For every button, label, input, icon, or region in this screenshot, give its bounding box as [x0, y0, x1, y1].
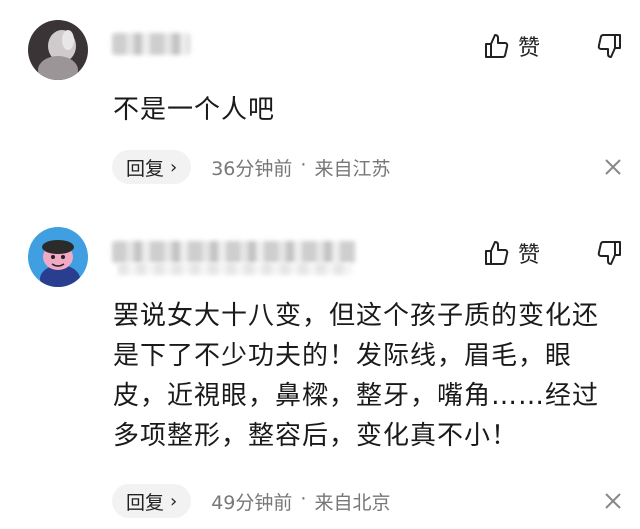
username-blurred	[112, 33, 190, 55]
dislike-button[interactable]	[596, 32, 624, 64]
comment-meta: 49分钟前 · 来自北京	[211, 488, 390, 515]
comment-location: 来自北京	[314, 491, 391, 514]
comment-footer: 回复 › 49分钟前 · 来自北京	[112, 484, 390, 518]
user-subtitle-blurred	[118, 263, 352, 275]
comment-meta: 36分钟前 · 来自江苏	[211, 154, 390, 181]
thumbs-up-icon	[485, 34, 509, 58]
close-icon[interactable]	[603, 157, 623, 177]
comment-time: 36分钟前	[211, 157, 293, 180]
thumbs-down-icon	[597, 34, 621, 58]
comment-time: 49分钟前	[211, 491, 293, 514]
chevron-right-icon: ›	[170, 490, 178, 512]
avatar-photo-icon	[28, 20, 88, 80]
close-icon[interactable]	[603, 491, 623, 511]
user-avatar[interactable]	[28, 20, 88, 80]
reply-button[interactable]: 回复 ›	[112, 150, 192, 184]
like-button[interactable]: 赞	[482, 237, 540, 269]
cartoon-avatar-icon	[28, 227, 88, 287]
like-label: 赞	[518, 243, 541, 268]
chevron-right-icon: ›	[170, 156, 178, 178]
meta-separator: ·	[300, 153, 307, 176]
reply-label: 回复	[126, 491, 165, 514]
comment-item: 赞 罢说女大十八变，但这个孩子质的变化还是下了不少功夫的！发际线，眉毛，眼皮，近…	[0, 205, 640, 529]
reply-label: 回复	[126, 157, 165, 180]
comment-footer: 回复 › 36分钟前 · 来自江苏	[112, 150, 390, 184]
like-label: 赞	[518, 36, 541, 61]
reply-button[interactable]: 回复 ›	[112, 484, 192, 518]
comment-location: 来自江苏	[314, 157, 391, 180]
dislike-button[interactable]	[596, 239, 624, 271]
thumbs-up-icon	[485, 241, 509, 265]
thumbs-down-icon	[597, 241, 621, 265]
comment-text: 不是一个人吧	[113, 95, 276, 125]
username-blurred	[112, 241, 356, 263]
comment-item: 赞 不是一个人吧 回复 › 36分钟前 · 来自江苏	[0, 0, 640, 200]
meta-separator: ·	[300, 487, 307, 510]
comment-text: 罢说女大十八变，但这个孩子质的变化还是下了不少功夫的！发际线，眉毛，眼皮，近視眼…	[113, 301, 600, 451]
user-avatar[interactable]	[28, 227, 88, 287]
like-button[interactable]: 赞	[482, 30, 540, 62]
